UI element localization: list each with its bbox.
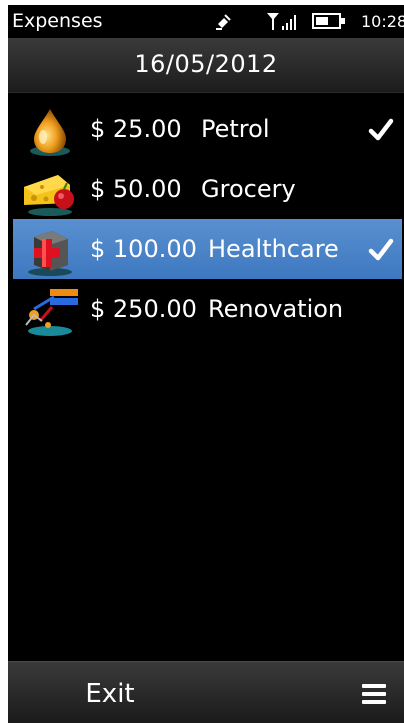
expense-amount: $ 50.00 bbox=[90, 175, 182, 203]
softkey-bar: Exit bbox=[8, 661, 404, 723]
list-item-petrol[interactable]: $ 25.00 Petrol bbox=[8, 99, 404, 159]
signal-icon bbox=[267, 13, 296, 30]
title-bar: 16/05/2012 bbox=[8, 38, 404, 93]
grocery-cheese-icon bbox=[24, 175, 74, 216]
check-icon bbox=[368, 238, 394, 261]
renovation-tools-icon bbox=[25, 289, 78, 336]
expense-category: Renovation bbox=[208, 295, 344, 323]
exit-button[interactable]: Exit bbox=[70, 676, 150, 712]
list-item-renovation[interactable]: $ 250.00 Renovation bbox=[8, 279, 404, 339]
app-name: Expenses bbox=[12, 10, 103, 32]
healthcare-cross-icon bbox=[28, 231, 72, 276]
petrol-drop-icon bbox=[30, 109, 70, 156]
expense-amount: $ 25.00 bbox=[90, 115, 182, 143]
status-bar: Expenses 10:28 bbox=[8, 5, 404, 37]
expense-amount: $ 250.00 bbox=[90, 295, 197, 323]
check-icon bbox=[368, 118, 394, 141]
expense-category: Grocery bbox=[201, 175, 296, 203]
battery-icon bbox=[312, 13, 345, 29]
expense-category: Healthcare bbox=[208, 235, 339, 263]
phone-screen: Expenses 10:28 16/05/2012 $ 25.00 Petrol… bbox=[8, 5, 404, 723]
menu-icon[interactable] bbox=[360, 682, 388, 706]
satellite-icon bbox=[216, 14, 231, 30]
clock: 10:28 bbox=[361, 12, 404, 31]
expense-amount: $ 100.00 bbox=[90, 235, 197, 263]
list-item-grocery[interactable]: $ 50.00 Grocery bbox=[8, 159, 404, 219]
list-item-healthcare[interactable]: $ 100.00 Healthcare bbox=[13, 219, 402, 279]
expense-category: Petrol bbox=[201, 115, 270, 143]
page-title: 16/05/2012 bbox=[134, 50, 278, 78]
